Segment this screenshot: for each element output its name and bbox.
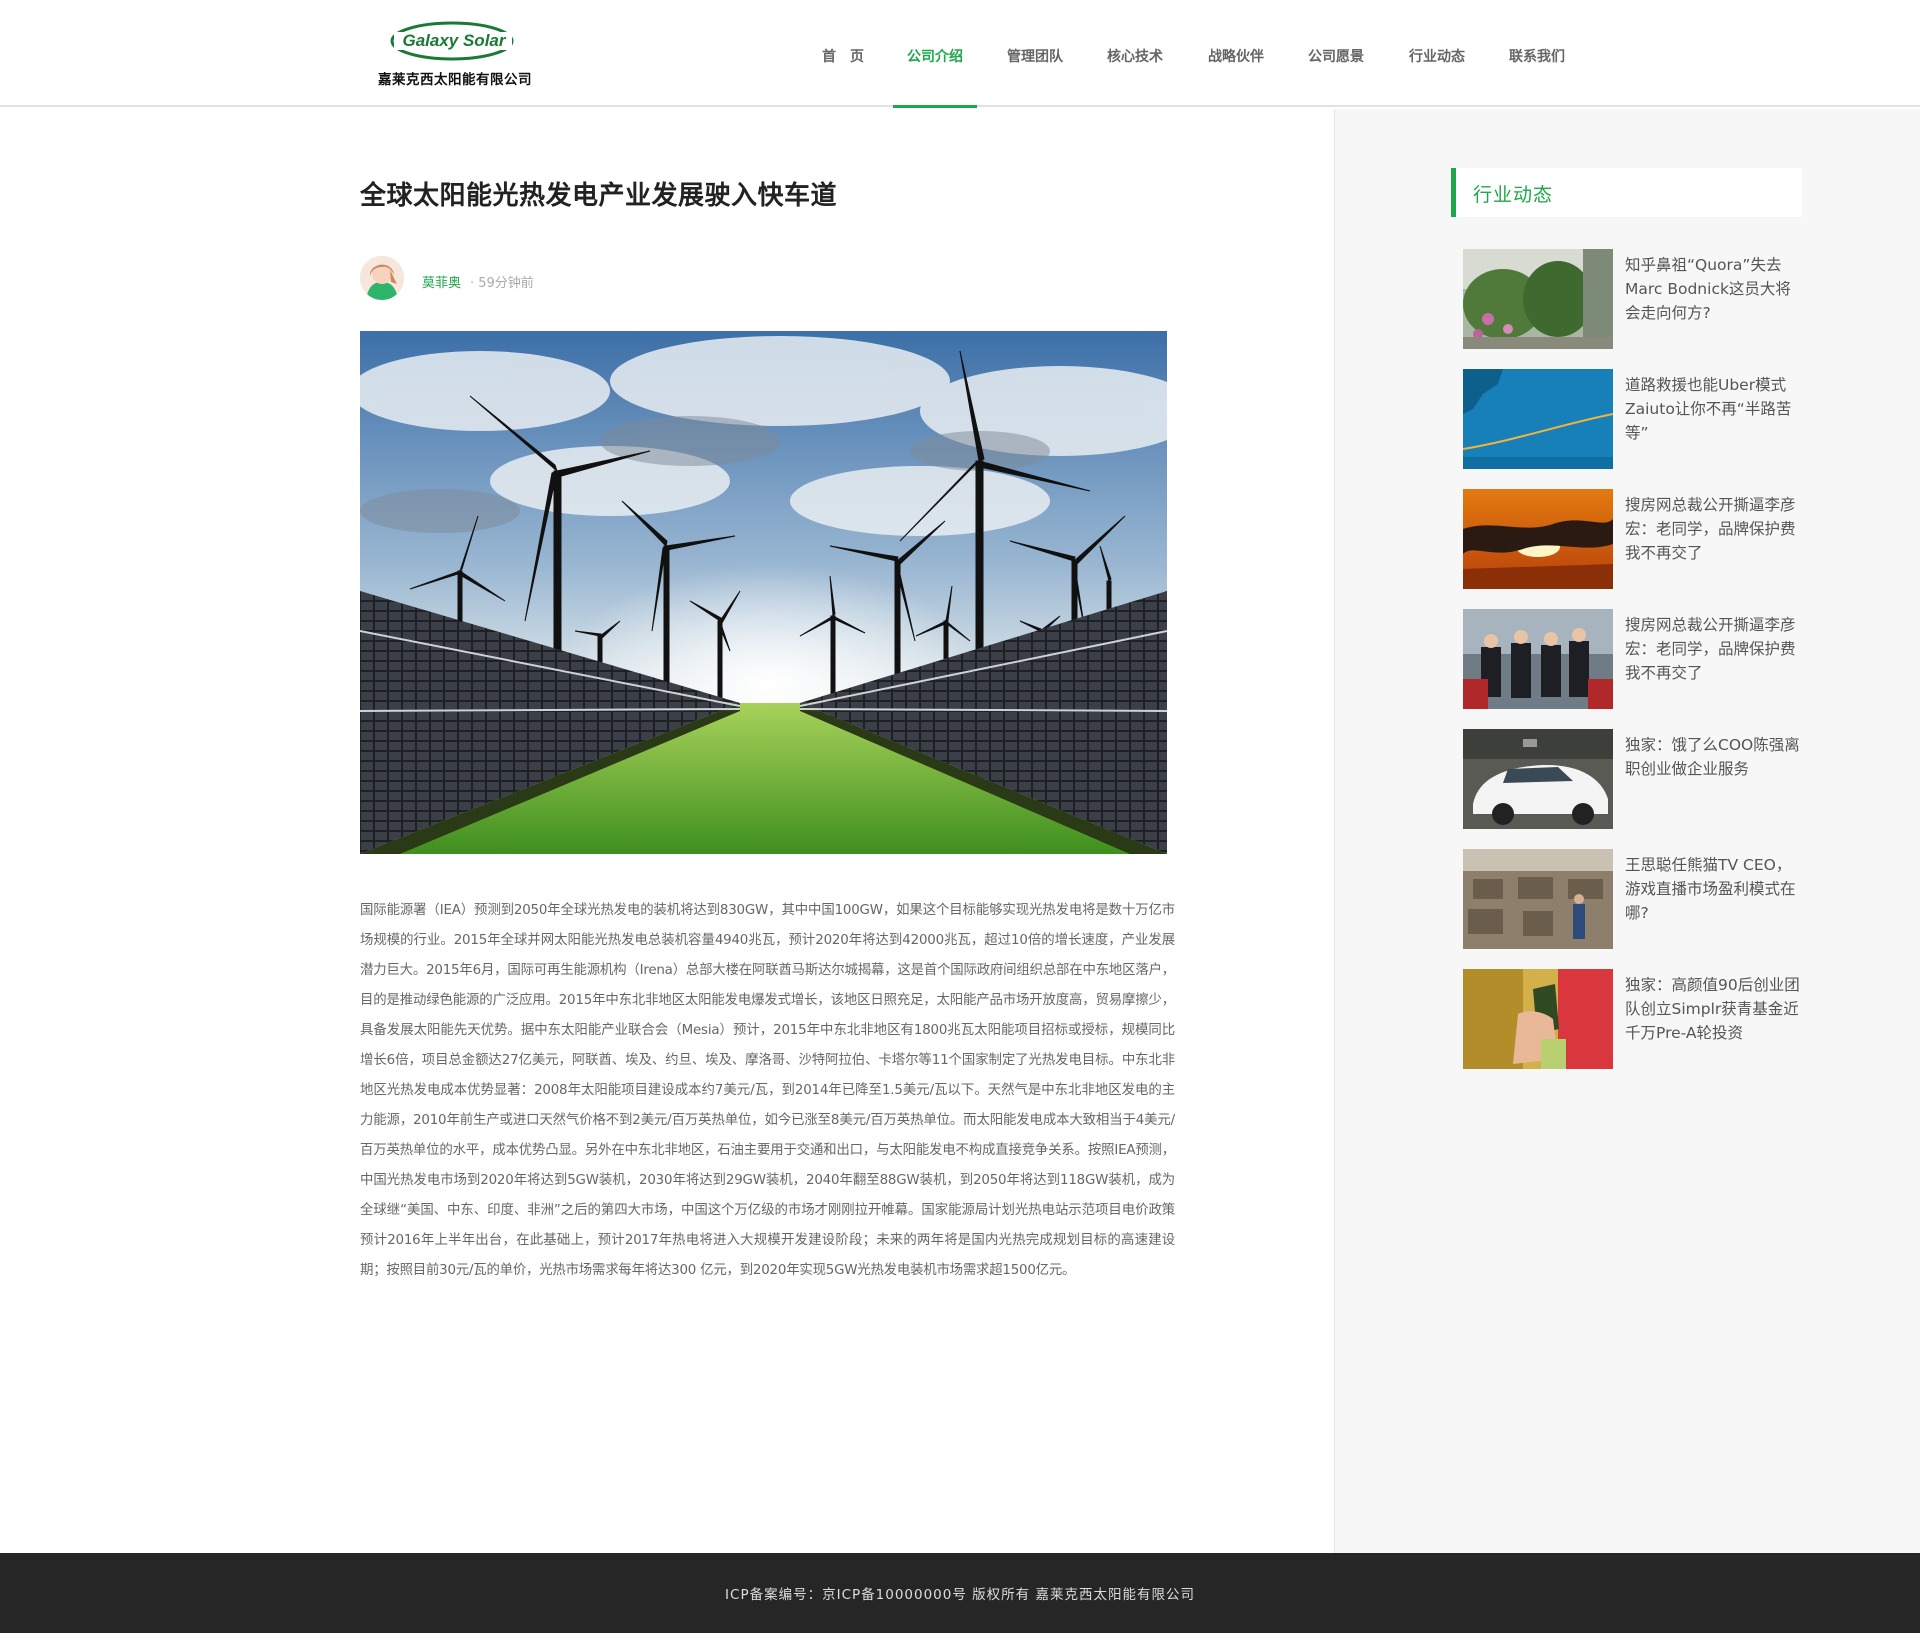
article-hero-image [360, 331, 1167, 854]
news-thumbnail[interactable] [1463, 729, 1613, 829]
news-item[interactable]: 王思聪任熊猫TV CEO，游戏直播市场盈利模式在哪? [1463, 849, 1803, 949]
news-title[interactable]: 搜房网总裁公开撕逼李彦宏：老同学，品牌保护费我不再交了 [1625, 493, 1800, 565]
news-title[interactable]: 独家：高颜值90后创业团队创立Simplr获青基金近千万Pre-A轮投资 [1625, 973, 1800, 1045]
logo-wordmark: Galaxy Solar [402, 31, 506, 50]
footer-copyright: ICP备案编号：京ICP备10000000号 版权所有 嘉莱克西太阳能有限公司 [725, 1587, 1195, 1603]
article-title: 全球太阳能光热发电产业发展驶入快车道 [360, 181, 838, 211]
news-thumbnail[interactable] [1463, 489, 1613, 589]
nav-partners[interactable]: 战略伙伴 [1206, 0, 1266, 107]
news-title[interactable]: 搜房网总裁公开撕逼李彦宏：老同学，品牌保护费我不再交了 [1625, 613, 1800, 685]
news-thumbnail[interactable] [1463, 969, 1613, 1069]
news-title[interactable]: 王思聪任熊猫TV CEO，游戏直播市场盈利模式在哪? [1625, 853, 1800, 925]
post-time: · 59分钟前 [470, 276, 534, 291]
news-title[interactable]: 道路救援也能Uber模式 Zaiuto让你不再“半路苦等” [1625, 373, 1800, 445]
site-header: Galaxy Solar 嘉莱克西太阳能有限公司 首 页 公司介绍 管理团队 核… [0, 0, 1920, 108]
news-item[interactable]: 知乎鼻祖“Quora”失去Marc Bodnick这员大将会走向何方? [1463, 249, 1803, 349]
author-avatar[interactable] [360, 256, 404, 300]
company-logo[interactable]: Galaxy Solar 嘉莱克西太阳能有限公司 [370, 18, 540, 90]
nav-home[interactable]: 首 页 [818, 0, 868, 107]
galaxy-solar-logo-mark: Galaxy Solar [390, 21, 514, 61]
news-thumbnail[interactable] [1463, 249, 1613, 349]
news-item[interactable]: 独家：高颜值90后创业团队创立Simplr获青基金近千万Pre-A轮投资 [1463, 969, 1803, 1069]
sidebar-heading: 行业动态 [1451, 168, 1802, 217]
news-thumbnail[interactable] [1463, 849, 1613, 949]
news-thumbnail[interactable] [1463, 609, 1613, 709]
sidebar-heading-label: 行业动态 [1473, 184, 1554, 206]
news-item[interactable]: 搜房网总裁公开撕逼李彦宏：老同学，品牌保护费我不再交了 [1463, 489, 1803, 589]
nav-contact[interactable]: 联系我们 [1507, 0, 1567, 107]
nav-industry-news[interactable]: 行业动态 [1407, 0, 1467, 107]
news-item[interactable]: 独家：饿了么COO陈强离职创业做企业服务 [1463, 729, 1803, 829]
news-item[interactable]: 搜房网总裁公开撕逼李彦宏：老同学，品牌保护费我不再交了 [1463, 609, 1803, 709]
news-title[interactable]: 独家：饿了么COO陈强离职创业做企业服务 [1625, 733, 1800, 781]
article-body: 国际能源署（IEA）预测到2050年全球光热发电的装机将达到830GW，其中中国… [360, 903, 1175, 1278]
news-item[interactable]: 道路救援也能Uber模式 Zaiuto让你不再“半路苦等” [1463, 369, 1803, 469]
nav-core-tech[interactable]: 核心技术 [1105, 0, 1165, 107]
site-footer: ICP备案编号：京ICP备10000000号 版权所有 嘉莱克西太阳能有限公司 [0, 1553, 1920, 1633]
solar-and-wind-farm-illustration [360, 331, 1167, 854]
author-name[interactable]: 莫菲奥 [422, 272, 461, 291]
nav-vision[interactable]: 公司愿景 [1306, 0, 1366, 107]
nav-management-team[interactable]: 管理团队 [1005, 0, 1065, 107]
nav-company-intro[interactable]: 公司介绍 [893, 0, 977, 108]
news-thumbnail[interactable] [1463, 369, 1613, 469]
news-title[interactable]: 知乎鼻祖“Quora”失去Marc Bodnick这员大将会走向何方? [1625, 253, 1800, 325]
company-name: 嘉莱克西太阳能有限公司 [378, 72, 532, 88]
